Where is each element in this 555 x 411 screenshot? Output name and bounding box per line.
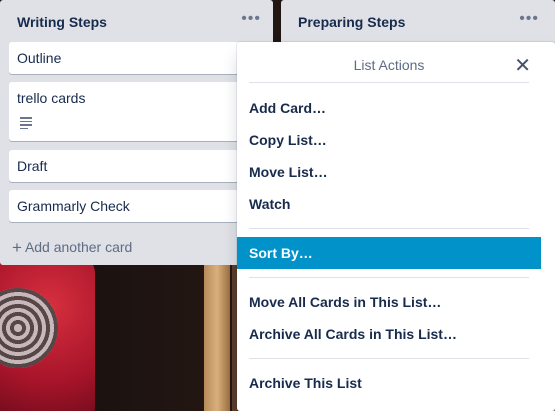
sort-by-menu-item[interactable]: Sort By…	[237, 237, 541, 269]
divider	[249, 277, 529, 278]
list-title[interactable]: Preparing Steps	[298, 14, 405, 30]
card-title: Draft	[17, 158, 48, 174]
menu-item-label: Add Card…	[249, 100, 326, 116]
add-card-menu-item[interactable]: Add Card…	[237, 92, 541, 124]
divider	[249, 228, 529, 229]
menu-item-label: Move All Cards in This List…	[249, 294, 442, 310]
card-trello-cards[interactable]: trello cards	[9, 82, 264, 141]
description-icon	[20, 117, 32, 129]
menu-item-label: Archive This List	[249, 375, 362, 391]
menu-item-label: Watch	[249, 196, 291, 212]
popover-title: List Actions	[353, 57, 425, 73]
card-title: Grammarly Check	[17, 198, 130, 214]
watch-menu-item[interactable]: Watch	[237, 188, 541, 220]
card-grammarly-check[interactable]: Grammarly Check	[9, 190, 264, 222]
list-actions-popover: List Actions ✕ Add Card… Copy List… Move…	[237, 42, 555, 411]
move-list-menu-item[interactable]: Move List…	[237, 156, 541, 188]
menu-item-label: Copy List…	[249, 132, 327, 148]
more-dots-icon[interactable]: •••	[519, 10, 539, 28]
archive-all-cards-menu-item[interactable]: Archive All Cards in This List…	[237, 318, 541, 350]
background-wood-panel	[204, 262, 230, 411]
divider	[249, 82, 529, 83]
menu-item-label: Move List…	[249, 164, 328, 180]
close-icon[interactable]: ✕	[514, 53, 531, 78]
plus-icon: +	[12, 238, 22, 257]
menu-item-label: Sort By…	[249, 245, 313, 261]
more-dots-icon[interactable]: •••	[241, 10, 261, 28]
add-card-label: Add another card	[24, 239, 133, 255]
add-another-card-button[interactable]: + Add another card	[12, 238, 132, 258]
card-title: Outline	[17, 50, 62, 66]
card-draft[interactable]: Draft	[9, 150, 264, 182]
divider	[249, 358, 529, 359]
archive-list-menu-item[interactable]: Archive This List	[237, 367, 541, 399]
list-writing-steps: Writing Steps ••• Outline trello cards D…	[0, 0, 273, 265]
list-title[interactable]: Writing Steps	[17, 14, 107, 30]
move-all-cards-menu-item[interactable]: Move All Cards in This List…	[237, 286, 541, 318]
card-title: trello cards	[17, 90, 86, 106]
card-outline[interactable]: Outline	[9, 42, 264, 74]
menu-item-label: Archive All Cards in This List…	[249, 326, 457, 342]
copy-list-menu-item[interactable]: Copy List…	[237, 124, 541, 156]
